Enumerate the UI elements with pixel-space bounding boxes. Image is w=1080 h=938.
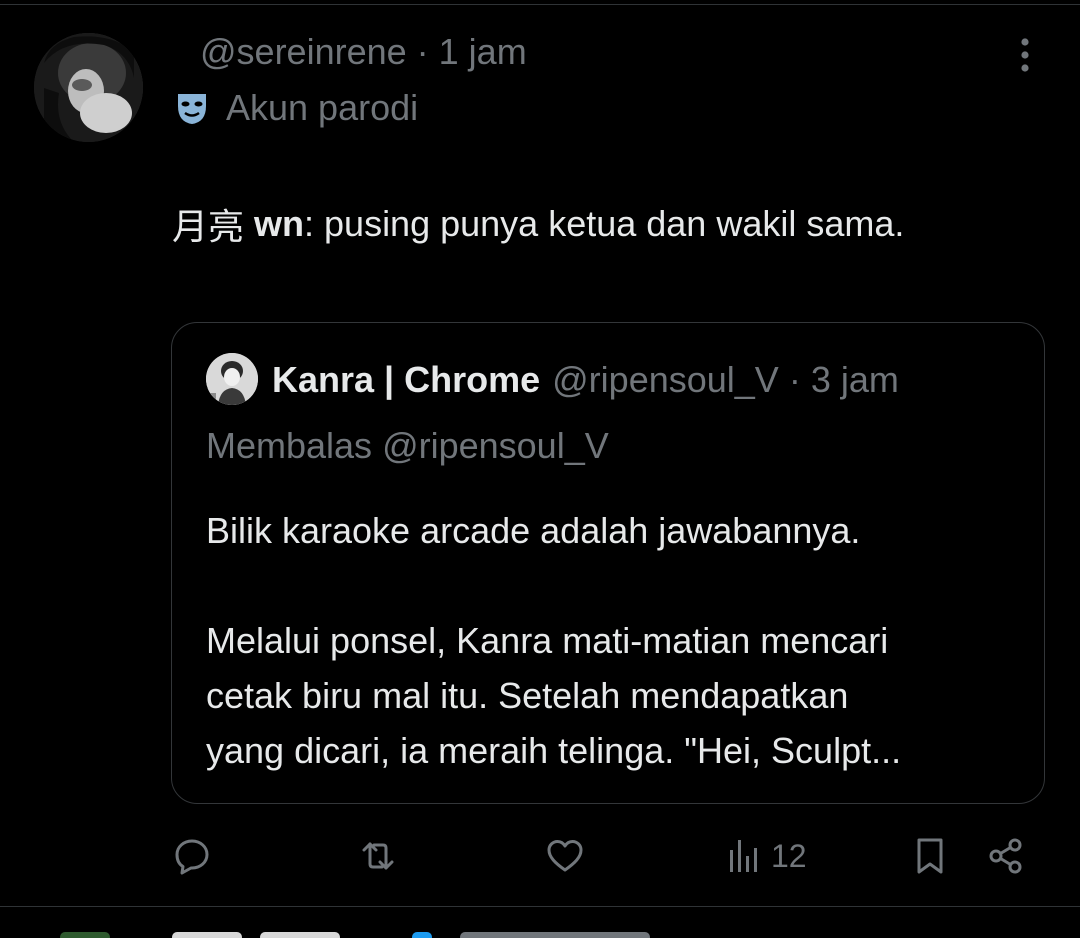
next-avatar-peek (60, 932, 110, 938)
quoted-text-line: yang dicari, ia meraih telinga. "Hei, Sc… (206, 730, 902, 771)
quoted-tweet-text: Bilik karaoke arcade adalah jawabannya. … (206, 503, 1026, 778)
views-bar-chart-icon (730, 840, 757, 872)
quoted-text-line: Melalui ponsel, Kanra mati-matian mencar… (206, 620, 889, 661)
share-button[interactable] (986, 830, 1026, 882)
heart-icon (547, 840, 583, 872)
bookmark-icon (917, 838, 943, 874)
parody-label-row: Akun parodi (174, 86, 418, 130)
reply-icon (175, 839, 209, 875)
quoted-tweet-header: Kanra | Chrome @ripensoul_V · 3 jam (272, 357, 899, 403)
like-button[interactable] (545, 830, 585, 882)
top-divider (0, 4, 1080, 5)
quoted-header-separator: · (788, 359, 801, 400)
tweet-header: @sereinrene · 1 jam (200, 30, 527, 74)
avatar-image (34, 33, 143, 142)
parody-label: Akun parodi (226, 87, 419, 128)
tweet-text-prefix: 月亮 (172, 206, 255, 247)
views-count: 12 (771, 837, 807, 874)
verified-badge-peek (412, 932, 432, 938)
quoted-author-handle[interactable]: @ripensoul_V (552, 359, 779, 401)
bookmark-button[interactable] (910, 830, 950, 882)
author-avatar[interactable] (34, 33, 143, 142)
quoted-text-line: Bilik karaoke arcade adalah jawabannya. (206, 510, 861, 551)
next-name-peek (260, 932, 340, 938)
next-tweet-peek (60, 928, 1020, 938)
bottom-divider (0, 906, 1080, 907)
action-bar: 12 (172, 830, 1032, 882)
theater-mask-icon (178, 94, 206, 124)
share-icon (989, 838, 1022, 874)
quoted-text-line: cetak biru mal itu. Setelah mendapatkan (206, 675, 849, 716)
quoted-avatar-image (206, 353, 258, 405)
reply-button[interactable] (172, 830, 212, 882)
repost-icon (362, 842, 394, 870)
next-handle-peek (460, 932, 650, 938)
quoted-author-name[interactable]: Kanra | Chrome (272, 359, 540, 401)
tweet-text-rest: : pusing punya ketua dan wakil sama. (304, 203, 905, 244)
more-vertical-icon[interactable] (1006, 36, 1044, 74)
quoted-tweet-card[interactable]: Kanra | Chrome @ripensoul_V · 3 jam Memb… (171, 322, 1045, 804)
header-separator: · (416, 31, 429, 72)
repost-button[interactable] (358, 830, 398, 882)
quoted-author-avatar[interactable] (206, 353, 258, 405)
quoted-reply-to: Membalas @ripensoul_V (206, 425, 609, 466)
tweet-time[interactable]: 1 jam (439, 31, 527, 73)
views-button[interactable]: 12 (725, 830, 807, 882)
author-handle[interactable]: @sereinrene (200, 31, 407, 73)
tweet-text: 月亮 wn: pusing punya ketua dan wakil sama… (172, 200, 904, 248)
quoted-tweet-time[interactable]: 3 jam (811, 359, 899, 401)
next-name-peek (172, 932, 242, 938)
tweet-text-bold: wn (254, 203, 305, 244)
